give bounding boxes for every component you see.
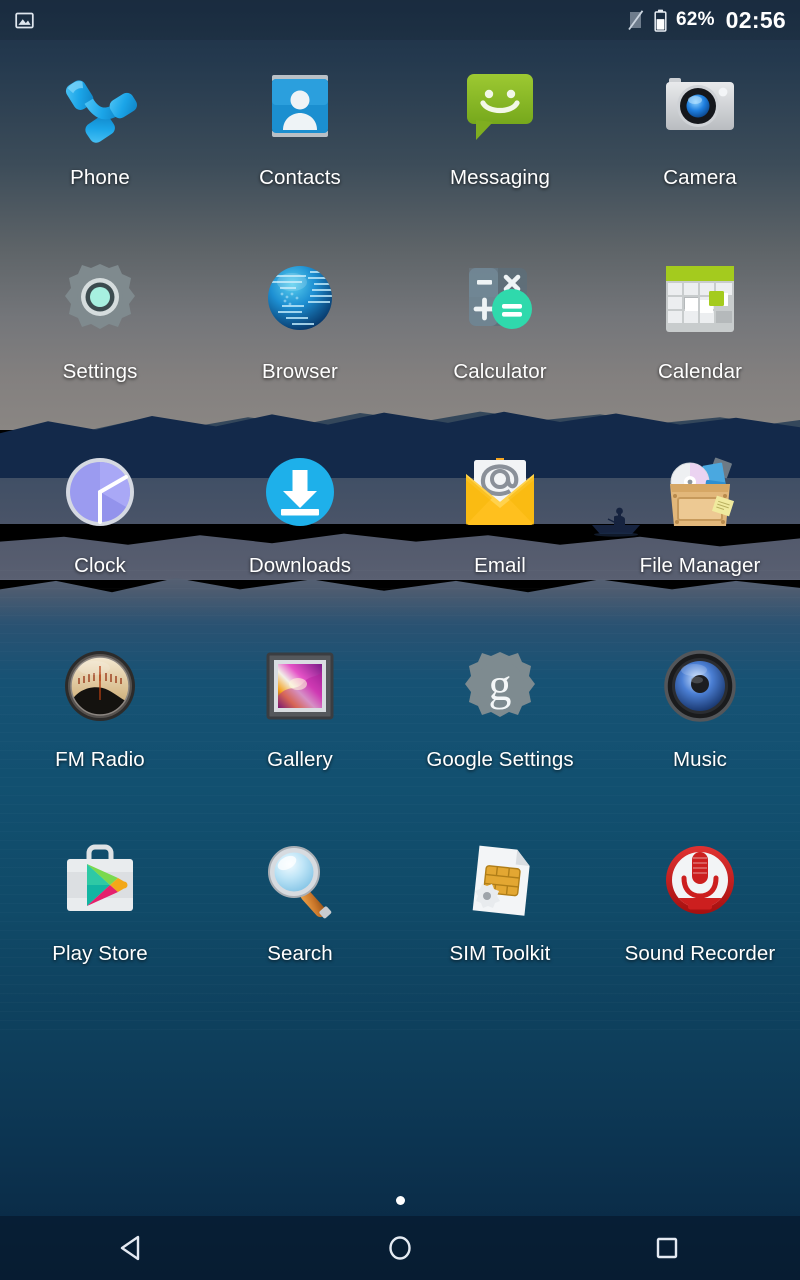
calendar-icon [652, 252, 748, 348]
search-magnifier-icon [252, 834, 348, 930]
app-music[interactable]: Music [600, 626, 800, 820]
app-label: Play Store [52, 942, 148, 965]
app-sim-toolkit[interactable]: SIM Toolkit [400, 820, 600, 1014]
app-label: Calculator [453, 360, 547, 383]
app-grid: Phone Contacts Messaging Camera Settings… [0, 44, 800, 1014]
gallery-photo-icon [252, 640, 348, 736]
email-envelope-icon [452, 446, 548, 542]
page-indicator [0, 1196, 800, 1205]
app-contacts[interactable]: Contacts [200, 44, 400, 238]
status-bar-notifications[interactable] [14, 10, 35, 31]
google-settings-gear-icon: g [452, 640, 548, 736]
image-icon [15, 12, 34, 28]
app-settings[interactable]: Settings [0, 238, 200, 432]
page-dot-1[interactable] [395, 1196, 405, 1205]
app-calendar[interactable]: Calendar [600, 238, 800, 432]
app-label: Clock [74, 554, 126, 577]
app-label: FM Radio [55, 748, 145, 771]
recents-button[interactable] [533, 1216, 800, 1280]
app-label: Google Settings [426, 748, 574, 771]
home-circle-icon [389, 1236, 411, 1260]
app-label: SIM Toolkit [449, 942, 551, 965]
app-label: Settings [62, 360, 138, 383]
home-button[interactable] [267, 1216, 534, 1280]
app-email[interactable]: Email [400, 432, 600, 626]
app-label: Calendar [658, 360, 742, 383]
app-label: File Manager [639, 554, 761, 577]
contacts-icon [252, 58, 348, 154]
app-label: Downloads [248, 554, 352, 577]
app-search[interactable]: Search [200, 820, 400, 1014]
android-home-screen: 62% 02:56 Phone Contacts Messaging Camer… [0, 0, 800, 1280]
download-icon [252, 446, 348, 542]
play-store-bag-icon [52, 834, 148, 930]
app-calculator[interactable]: Calculator [400, 238, 600, 432]
app-google-settings[interactable]: g Google Settings [400, 626, 600, 820]
app-label: Sound Recorder [624, 942, 776, 965]
app-label: Camera [663, 166, 737, 189]
messaging-icon [452, 58, 548, 154]
app-file-manager[interactable]: File Manager [600, 432, 800, 626]
sim-toolkit-icon [452, 834, 548, 930]
app-messaging[interactable]: Messaging [400, 44, 600, 238]
no-signal-icon [628, 10, 644, 31]
app-phone[interactable]: Phone [0, 44, 200, 238]
svg-text:g: g [489, 659, 512, 710]
settings-gear-icon [52, 252, 148, 348]
app-label: Email [474, 554, 526, 577]
app-label: Messaging [449, 166, 551, 189]
app-gallery[interactable]: Gallery [200, 626, 400, 820]
recents-square-icon [656, 1237, 677, 1259]
status-bar-clock: 02:56 [725, 6, 786, 33]
calculator-icon [452, 252, 548, 348]
camera-icon [652, 58, 748, 154]
microphone-icon [652, 834, 748, 930]
app-clock[interactable]: Clock [0, 432, 200, 626]
fm-radio-dial-icon [52, 640, 148, 736]
navigation-bar [0, 1216, 800, 1280]
app-play-store[interactable]: Play Store [0, 820, 200, 1014]
app-label: Contacts [259, 166, 341, 189]
clock-icon [52, 446, 148, 542]
app-label: Phone [70, 166, 130, 189]
app-fm-radio[interactable]: FM Radio [0, 626, 200, 820]
battery-percent-label: 62% [676, 9, 715, 30]
app-downloads[interactable]: Downloads [200, 432, 400, 626]
app-label: Search [267, 942, 333, 965]
back-triangle-icon [121, 1235, 140, 1261]
browser-globe-icon [252, 252, 348, 348]
app-camera[interactable]: Camera [600, 44, 800, 238]
battery-icon [654, 9, 667, 32]
app-label: Music [672, 748, 728, 771]
app-sound-recorder[interactable]: Sound Recorder [600, 820, 800, 1014]
music-speaker-icon [652, 640, 748, 736]
file-manager-crate-icon [652, 446, 748, 542]
app-browser[interactable]: Browser [200, 238, 400, 432]
back-button[interactable] [0, 1216, 267, 1280]
status-bar[interactable]: 62% 02:56 [0, 0, 800, 40]
phone-icon [52, 58, 148, 154]
app-label: Gallery [267, 748, 333, 771]
status-bar-system-icons[interactable]: 62% 02:56 [627, 7, 786, 34]
app-label: Browser [262, 360, 338, 383]
